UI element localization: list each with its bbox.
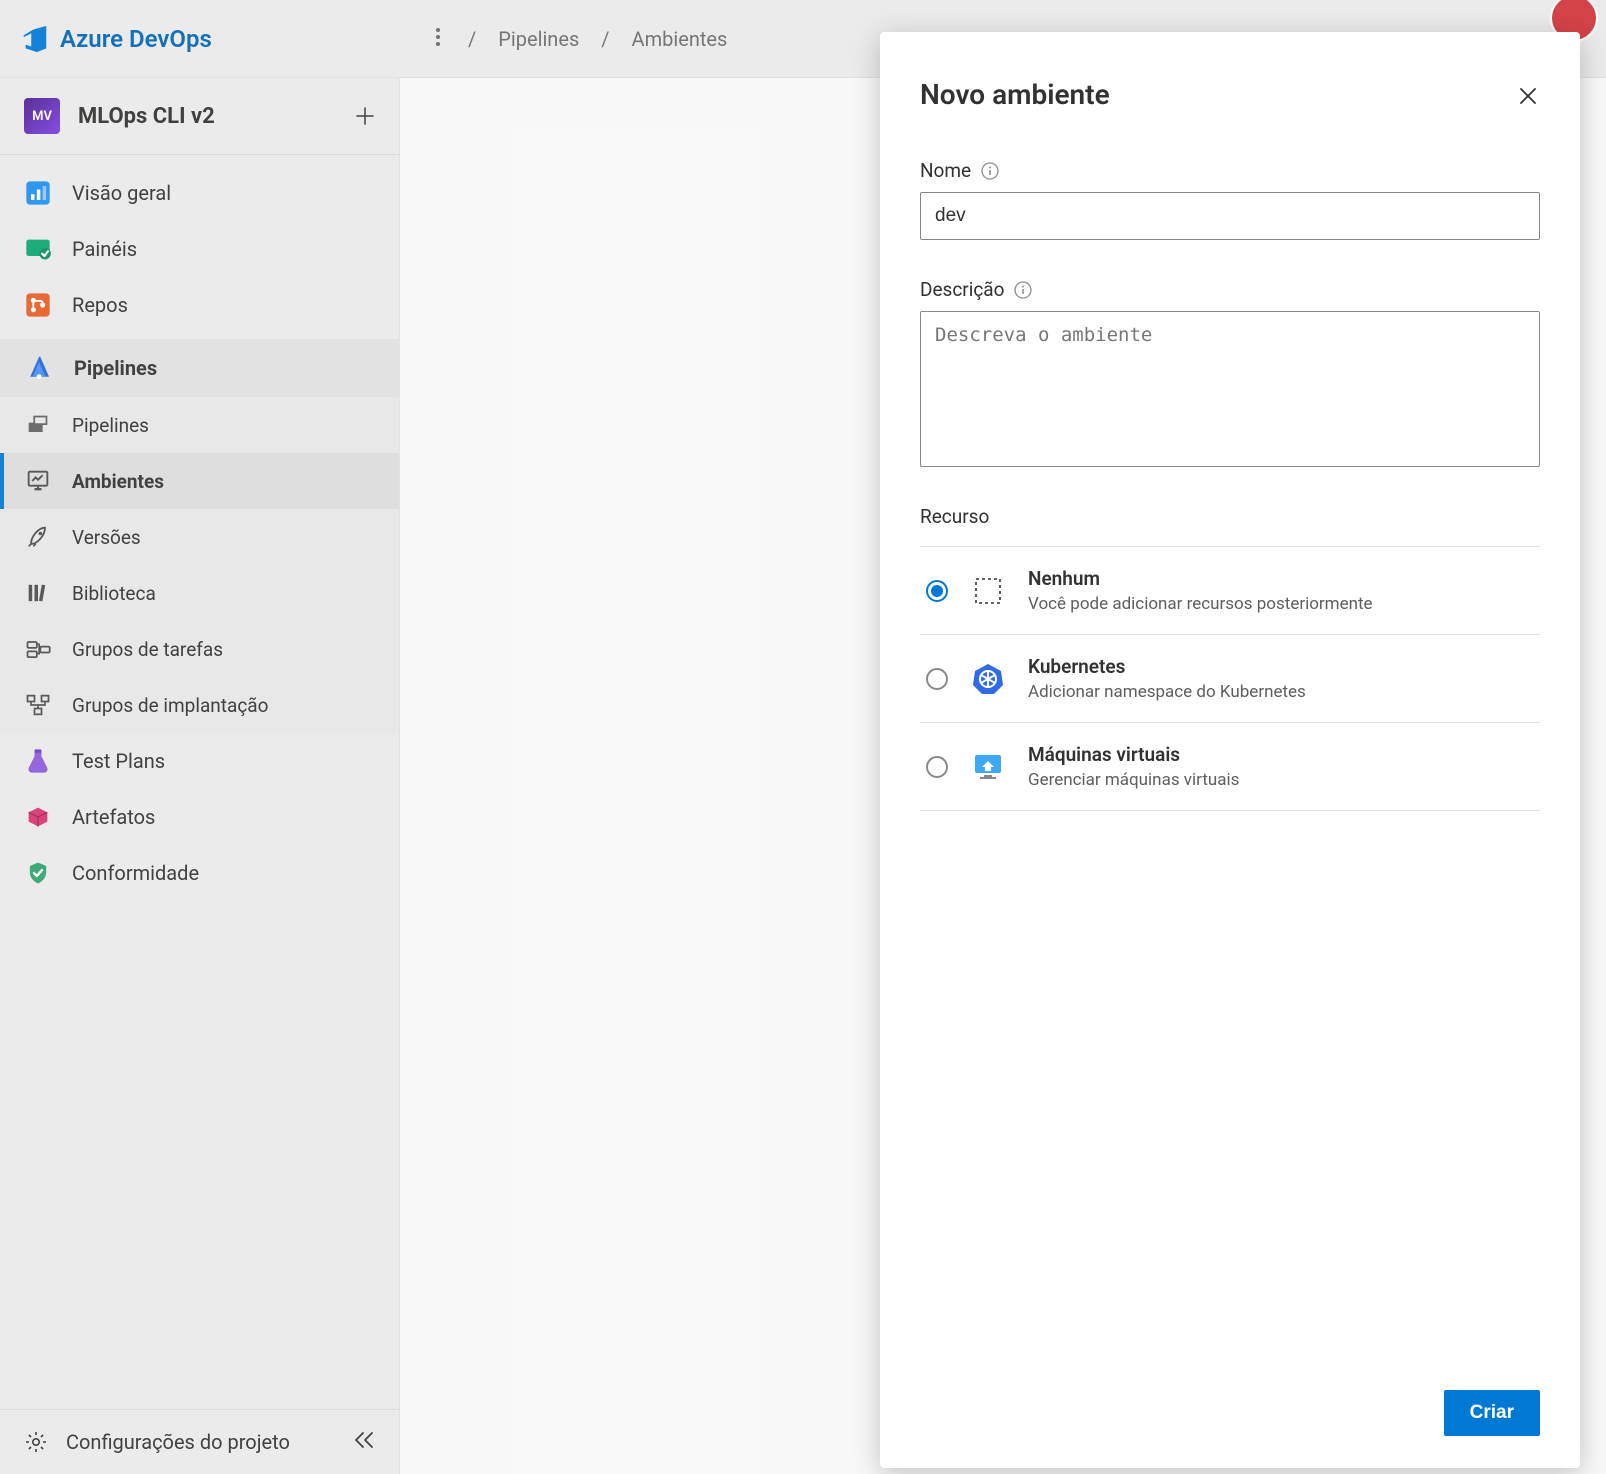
close-icon[interactable] bbox=[1516, 84, 1540, 108]
radio-icon[interactable] bbox=[926, 580, 948, 602]
name-label: Nome bbox=[920, 159, 971, 182]
description-label: Descrição bbox=[920, 278, 1004, 301]
description-input[interactable] bbox=[920, 311, 1540, 467]
radio-icon[interactable] bbox=[926, 668, 948, 690]
create-button[interactable]: Criar bbox=[1444, 1390, 1540, 1436]
name-field: Nome bbox=[920, 159, 1540, 240]
resource-option-none[interactable]: Nenhum Você pode adicionar recursos post… bbox=[920, 546, 1540, 635]
resource-label: Recurso bbox=[920, 505, 1540, 528]
resource-section: Recurso Nenhum Você pode adicionar recur… bbox=[920, 505, 1540, 811]
vm-icon bbox=[970, 749, 1006, 785]
resource-title: Máquinas virtuais bbox=[1028, 743, 1239, 766]
panel-title: Novo ambiente bbox=[920, 78, 1110, 111]
resource-desc: Gerenciar máquinas virtuais bbox=[1028, 770, 1239, 790]
resource-desc: Você pode adicionar recursos posteriorme… bbox=[1028, 594, 1373, 614]
radio-icon[interactable] bbox=[926, 756, 948, 778]
resource-option-kubernetes[interactable]: Kubernetes Adicionar namespace do Kubern… bbox=[920, 635, 1540, 723]
resource-option-vm[interactable]: Máquinas virtuais Gerenciar máquinas vir… bbox=[920, 723, 1540, 811]
kubernetes-icon bbox=[970, 661, 1006, 697]
info-icon[interactable] bbox=[1014, 281, 1032, 299]
none-resource-icon bbox=[970, 573, 1006, 609]
new-environment-panel: Novo ambiente Nome Descrição Recurso bbox=[880, 32, 1580, 1468]
description-field: Descrição bbox=[920, 278, 1540, 471]
info-icon[interactable] bbox=[981, 162, 999, 180]
resource-title: Kubernetes bbox=[1028, 655, 1306, 678]
resource-desc: Adicionar namespace do Kubernetes bbox=[1028, 682, 1306, 702]
name-input[interactable] bbox=[920, 192, 1540, 240]
resource-title: Nenhum bbox=[1028, 567, 1373, 590]
